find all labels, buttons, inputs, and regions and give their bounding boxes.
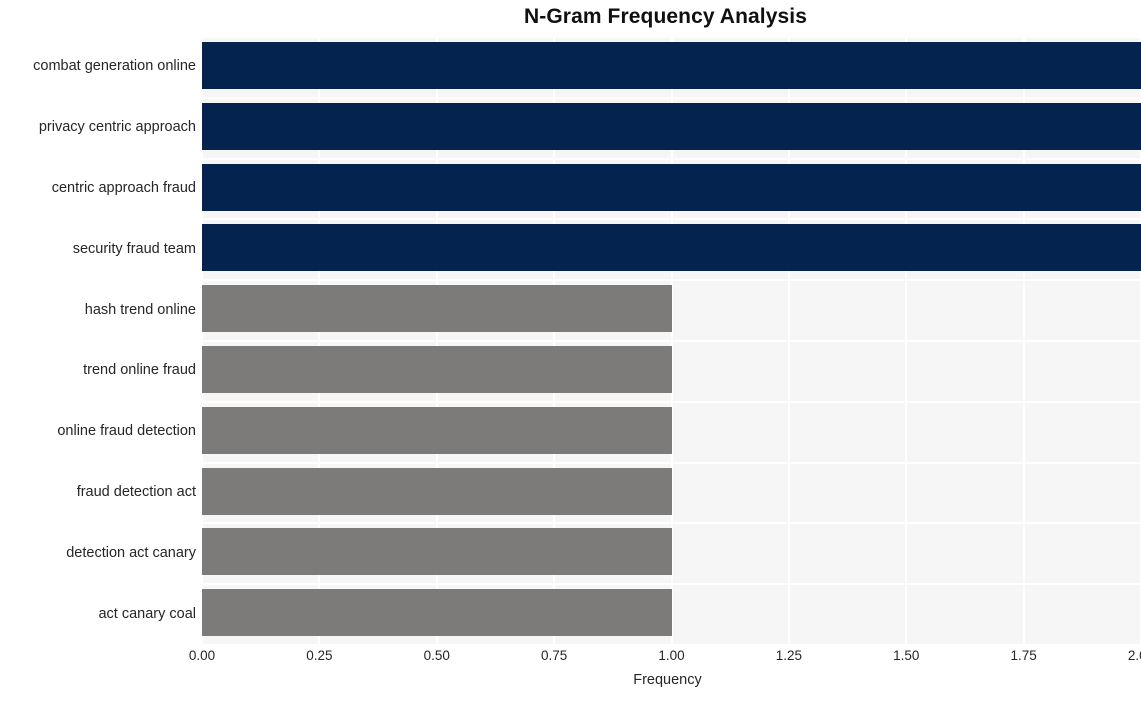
x-axis-tick-label: 2.00 — [1127, 648, 1141, 663]
bar[interactable] — [202, 224, 1141, 272]
bar-row[interactable] — [202, 584, 1141, 645]
x-axis-label-text: Frequency — [633, 672, 702, 688]
y-axis-tick-label: fraud detection act — [76, 484, 196, 500]
y-axis-tick-label: online fraud detection — [57, 423, 196, 440]
bar[interactable] — [202, 346, 672, 393]
x-axis-tick-label: 1.75 — [1010, 648, 1037, 663]
bar-row[interactable] — [202, 523, 1141, 584]
plot-area — [202, 37, 1141, 645]
bar[interactable] — [202, 285, 672, 333]
bar-row[interactable] — [202, 98, 1141, 159]
y-axis-tick-label: act canary coal — [98, 605, 196, 622]
y-axis-tick-label: centric approach fraud — [51, 180, 196, 196]
y-axis-tick-label: combat generation online — [33, 58, 196, 75]
bar-row[interactable] — [202, 402, 1141, 463]
bar-row[interactable] — [202, 463, 1141, 524]
chart-title-text: N-Gram Frequency Analysis — [524, 5, 807, 28]
x-axis-tick-labels: 0.00 0.25 0.50 0.75 1.00 1.25 1.50 1.75 2.00 — [189, 648, 1141, 672]
bar-row[interactable] — [202, 280, 1141, 341]
y-axis-tick-label: trend online fraud — [83, 362, 196, 379]
x-axis-tick-label: 0.00 — [188, 648, 216, 663]
bar-row[interactable] — [202, 37, 1141, 98]
bar[interactable] — [202, 589, 672, 637]
bar-row[interactable] — [202, 219, 1141, 280]
x-axis-tick-label: 0.75 — [540, 648, 568, 663]
x-axis-tick-label: 1.50 — [893, 648, 920, 663]
bar[interactable] — [202, 467, 672, 515]
y-axis-tick-label: hash trend online — [84, 301, 196, 318]
x-axis-tick-label: 1.25 — [775, 648, 803, 663]
bar[interactable] — [202, 406, 672, 454]
y-axis-tick-label: detection act canary — [66, 544, 196, 561]
x-axis-tick-label: 0.25 — [306, 648, 333, 663]
y-axis-tick-label: security fraud team — [72, 240, 196, 257]
x-axis-label: Frequency — [202, 672, 1141, 688]
bar-row[interactable] — [202, 159, 1141, 220]
bar[interactable] — [202, 163, 1141, 211]
chart-title: N-Gram Frequency Analysis — [0, 5, 1141, 29]
bar-row[interactable] — [202, 341, 1141, 402]
bar[interactable] — [202, 528, 672, 576]
x-axis-tick-label: 0.50 — [423, 648, 450, 663]
bar[interactable] — [202, 102, 1141, 150]
bar[interactable] — [202, 42, 1141, 89]
chart-figure: N-Gram Frequency Analysis combat generat… — [0, 0, 1141, 701]
x-axis-tick-label: 1.00 — [658, 648, 685, 663]
y-axis-tick-labels: combat generation online privacy centric … — [0, 37, 196, 645]
y-axis-tick-label: privacy centric approach — [38, 119, 196, 136]
